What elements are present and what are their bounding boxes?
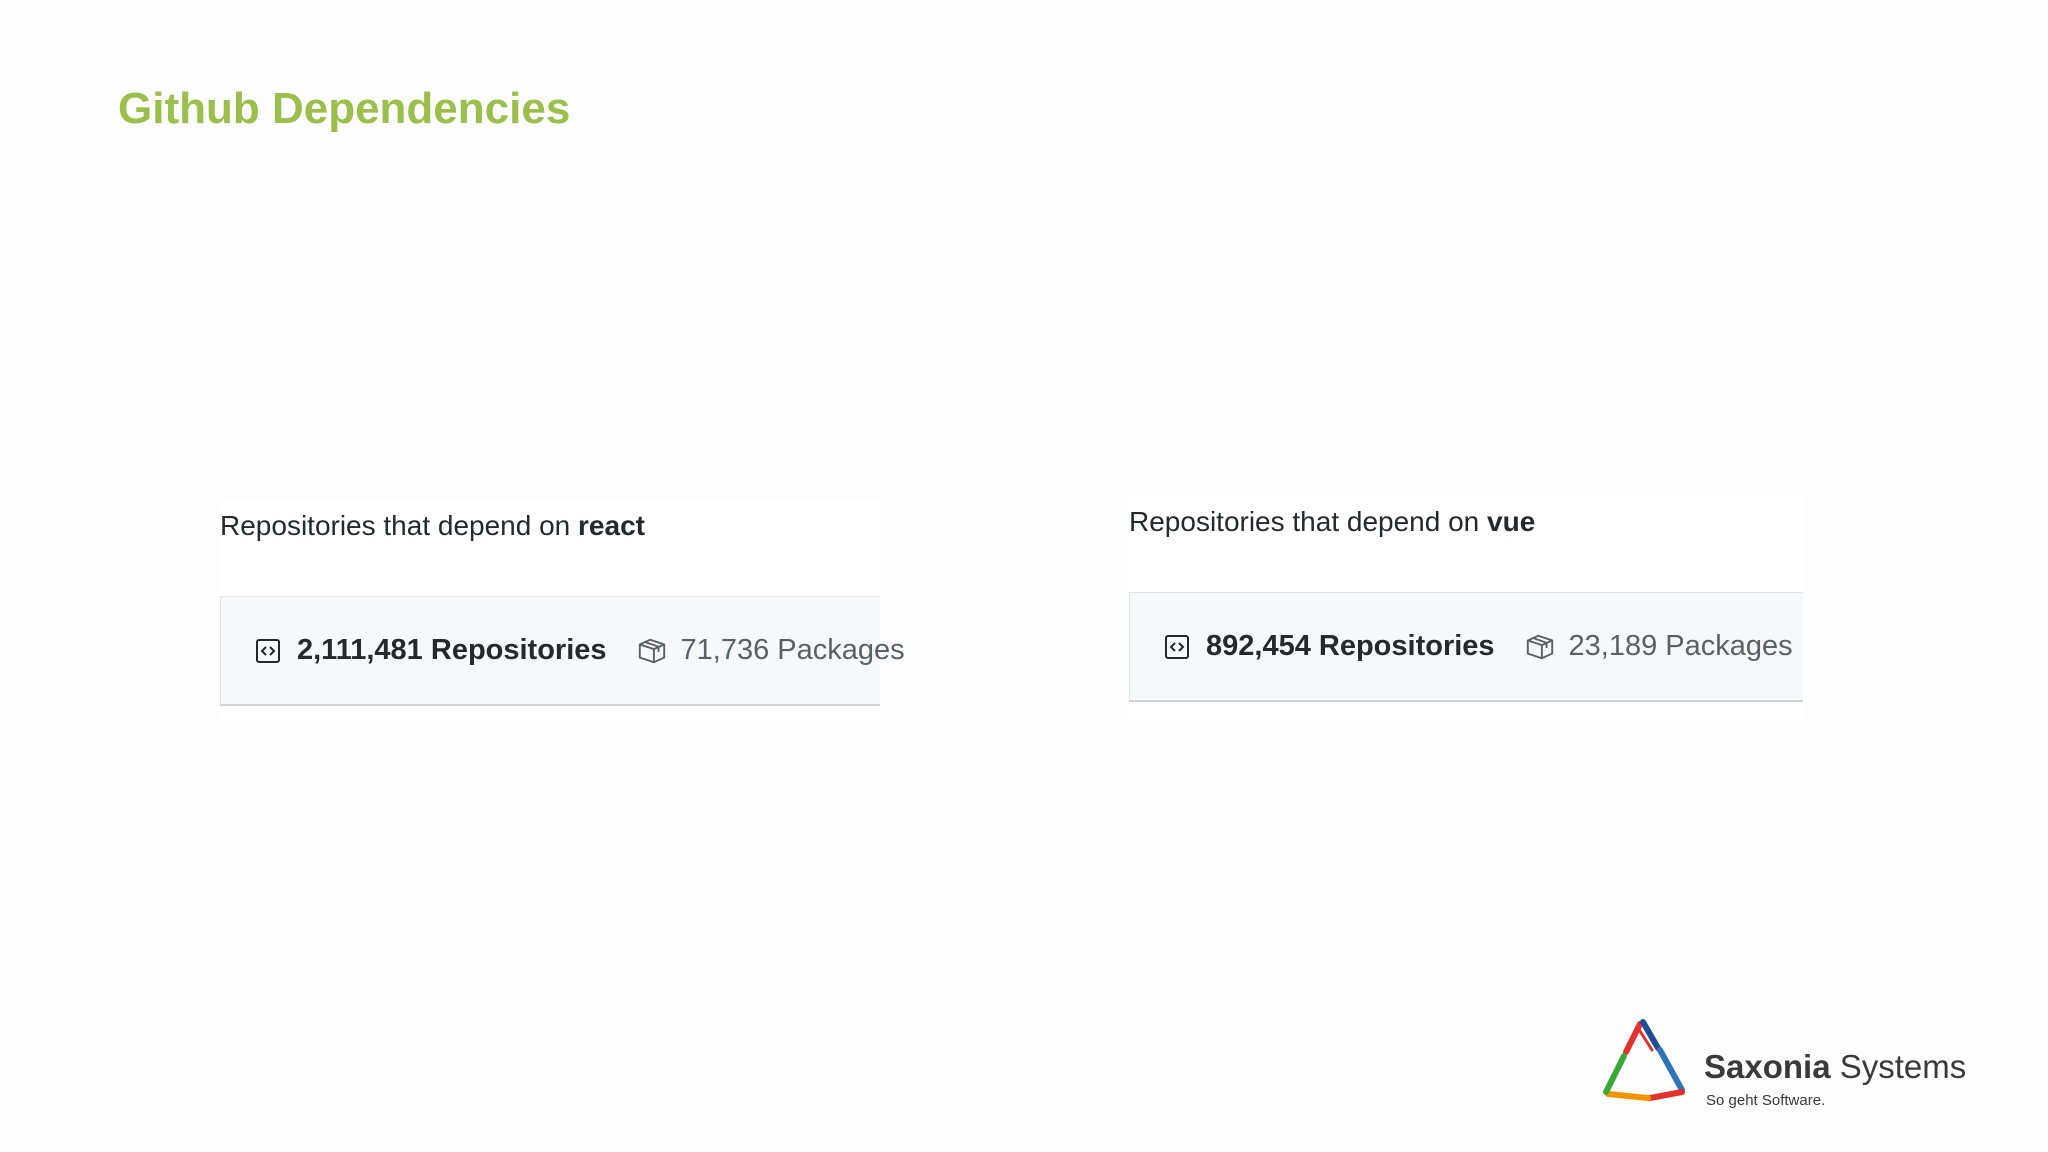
react-dependents-screenshot: Repositories that depend on react 2,111,… — [220, 500, 905, 720]
vue-caption-package: vue — [1487, 506, 1536, 537]
vue-repositories-link[interactable]: 892,454 Repositories — [1162, 630, 1495, 663]
vue-caption-prefix: Repositories that depend on — [1129, 506, 1488, 537]
package-box-icon — [1525, 632, 1555, 662]
react-repositories-count: 2,111,481 Repositories — [297, 634, 607, 666]
react-repositories-link[interactable]: 2,111,481 Repositories — [253, 634, 607, 667]
logo-company-name: Saxonia Systems — [1704, 1048, 1966, 1086]
react-dependents-box: 2,111,481 Repositories 71,736 Packages — [220, 596, 905, 706]
vue-dependents-screenshot: Repositories that depend on vue 892,454 … — [1129, 496, 1803, 720]
vue-packages-link[interactable]: 23,189 Packages — [1525, 630, 1793, 663]
react-packages-link[interactable]: 71,736 Packages — [637, 634, 905, 667]
slide-title: Github Dependencies — [118, 84, 571, 133]
react-caption-package: react — [578, 510, 645, 541]
saxonia-systems-logo: Saxonia Systems So geht Software. — [1598, 1012, 1966, 1122]
logo-name-bold: Saxonia — [1704, 1048, 1831, 1085]
logo-name-regular: Systems — [1830, 1048, 1967, 1085]
code-square-icon — [253, 636, 283, 666]
logo-tagline: So geht Software. — [1706, 1092, 1826, 1109]
vue-caption: Repositories that depend on vue — [1129, 506, 1535, 538]
vue-packages-count: 23,189 Packages — [1568, 630, 1793, 662]
code-square-icon — [1162, 632, 1192, 662]
package-box-icon — [637, 636, 667, 666]
vue-repositories-count: 892,454 Repositories — [1206, 630, 1495, 662]
react-caption: Repositories that depend on react — [220, 510, 645, 542]
react-caption-prefix: Repositories that depend on — [220, 510, 579, 541]
saxonia-triangle-logo-icon — [1603, 1019, 1685, 1101]
vue-dependents-box: 892,454 Repositories 23,189 Packages — [1129, 592, 1803, 702]
react-packages-count: 71,736 Packages — [680, 634, 905, 666]
